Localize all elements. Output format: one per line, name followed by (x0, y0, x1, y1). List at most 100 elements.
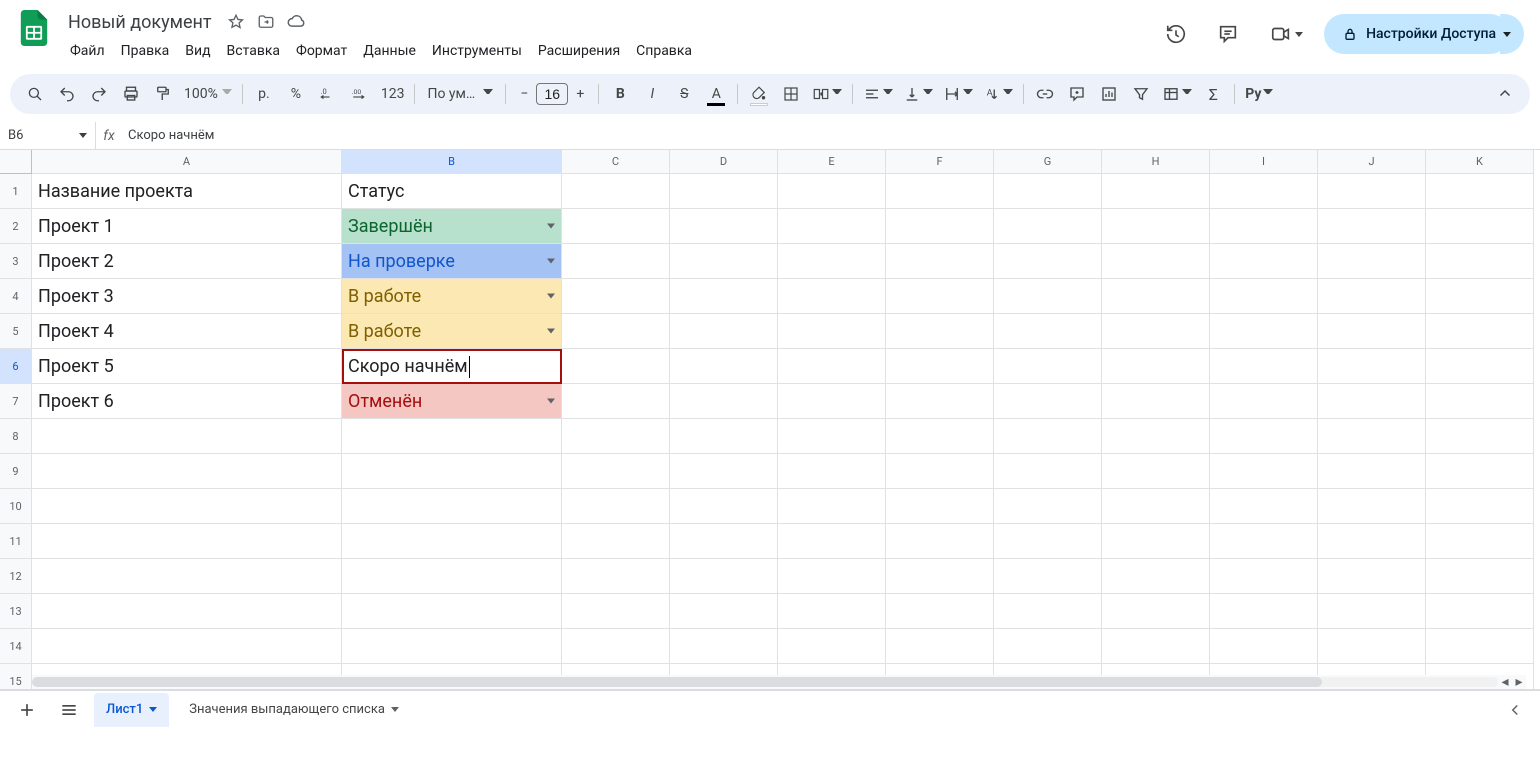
add-sheet-button[interactable] (10, 695, 44, 725)
cell-F2[interactable] (886, 209, 994, 244)
cell-A12[interactable] (32, 559, 342, 594)
cell-F12[interactable] (886, 559, 994, 594)
cell-G3[interactable] (994, 244, 1102, 279)
col-header-I[interactable]: I (1210, 150, 1318, 174)
cell-H2[interactable] (1102, 209, 1210, 244)
cell-K11[interactable] (1426, 524, 1534, 559)
cell-D13[interactable] (670, 594, 778, 629)
cell-K8[interactable] (1426, 419, 1534, 454)
row-header-10[interactable]: 10 (0, 489, 32, 524)
row-header-8[interactable]: 8 (0, 419, 32, 454)
cell-G9[interactable] (994, 454, 1102, 489)
cell-F7[interactable] (886, 384, 994, 419)
cell-C11[interactable] (562, 524, 670, 559)
col-header-F[interactable]: F (886, 150, 994, 174)
cell-G8[interactable] (994, 419, 1102, 454)
cell-K2[interactable] (1426, 209, 1534, 244)
merge-cells-button[interactable] (808, 79, 846, 109)
cell-E3[interactable] (778, 244, 886, 279)
cell-C3[interactable] (562, 244, 670, 279)
formula-input[interactable]: Скоро начнём (122, 128, 1540, 143)
insert-comment-icon[interactable] (1062, 79, 1092, 109)
cell-I9[interactable] (1210, 454, 1318, 489)
meet-icon[interactable] (1260, 14, 1312, 54)
cell-A4[interactable]: Проект 3 (32, 279, 342, 314)
cell-G14[interactable] (994, 629, 1102, 664)
font-family-select[interactable]: По ум… (421, 79, 499, 109)
cell-A11[interactable] (32, 524, 342, 559)
cell-F10[interactable] (886, 489, 994, 524)
text-color-button[interactable]: A (701, 79, 731, 109)
dropdown-arrow-icon[interactable] (547, 259, 555, 264)
zoom-select[interactable]: 100% (180, 79, 236, 109)
menu-data[interactable]: Данные (355, 39, 424, 63)
cell-D4[interactable] (670, 279, 778, 314)
cell-H6[interactable] (1102, 349, 1210, 384)
cell-E7[interactable] (778, 384, 886, 419)
cell-I10[interactable] (1210, 489, 1318, 524)
history-icon[interactable] (1156, 14, 1196, 54)
cell-K13[interactable] (1426, 594, 1534, 629)
cell-G4[interactable] (994, 279, 1102, 314)
dropdown-arrow-icon[interactable] (547, 294, 555, 299)
cell-B10[interactable] (342, 489, 562, 524)
row-header-11[interactable]: 11 (0, 524, 32, 559)
align-h-button[interactable] (859, 79, 897, 109)
col-header-D[interactable]: D (670, 150, 778, 174)
cell-B5[interactable]: В работе (342, 314, 562, 349)
all-sheets-button[interactable] (52, 695, 86, 725)
cell-B11[interactable] (342, 524, 562, 559)
cell-B12[interactable] (342, 559, 562, 594)
cell-K7[interactable] (1426, 384, 1534, 419)
cell-I11[interactable] (1210, 524, 1318, 559)
cell-J13[interactable] (1318, 594, 1426, 629)
menu-edit[interactable]: Правка (113, 39, 178, 63)
cell-E6[interactable] (778, 349, 886, 384)
functions-icon[interactable]: Σ (1198, 79, 1228, 109)
cell-I13[interactable] (1210, 594, 1318, 629)
strikethrough-button[interactable]: S (669, 79, 699, 109)
cell-E5[interactable] (778, 314, 886, 349)
name-box[interactable]: B6 (0, 122, 96, 149)
cell-F5[interactable] (886, 314, 994, 349)
cell-K3[interactable] (1426, 244, 1534, 279)
cell-C1[interactable] (562, 174, 670, 209)
cell-I1[interactable] (1210, 174, 1318, 209)
menu-tools[interactable]: Инструменты (424, 39, 530, 63)
cell-G7[interactable] (994, 384, 1102, 419)
scroll-right-icon[interactable]: ▸ (1512, 675, 1526, 689)
cell-F8[interactable] (886, 419, 994, 454)
cell-E10[interactable] (778, 489, 886, 524)
cell-H1[interactable] (1102, 174, 1210, 209)
explore-icon[interactable] (1500, 695, 1530, 725)
cell-A1[interactable]: Название проекта (32, 174, 342, 209)
cell-J2[interactable] (1318, 209, 1426, 244)
cell-C14[interactable] (562, 629, 670, 664)
comments-icon[interactable] (1208, 14, 1248, 54)
cell-A9[interactable] (32, 454, 342, 489)
sheet-tab-active[interactable]: Лист1 (94, 693, 169, 727)
menu-format[interactable]: Формат (288, 39, 355, 63)
cell-F4[interactable] (886, 279, 994, 314)
col-header-H[interactable]: H (1102, 150, 1210, 174)
sheet-tab-named-range[interactable]: Значения выпадающего списка (177, 693, 411, 727)
row-header-5[interactable]: 5 (0, 314, 32, 349)
cell-H14[interactable] (1102, 629, 1210, 664)
cell-G10[interactable] (994, 489, 1102, 524)
cell-D1[interactable] (670, 174, 778, 209)
cell-C5[interactable] (562, 314, 670, 349)
cell-K1[interactable] (1426, 174, 1534, 209)
select-all-corner[interactable] (0, 150, 32, 174)
search-menu-icon[interactable] (20, 79, 50, 109)
cell-C7[interactable] (562, 384, 670, 419)
cell-B9[interactable] (342, 454, 562, 489)
cell-H5[interactable] (1102, 314, 1210, 349)
cell-J12[interactable] (1318, 559, 1426, 594)
cell-D5[interactable] (670, 314, 778, 349)
cell-E13[interactable] (778, 594, 886, 629)
cell-C12[interactable] (562, 559, 670, 594)
row-header-7[interactable]: 7 (0, 384, 32, 419)
cell-A10[interactable] (32, 489, 342, 524)
cell-F9[interactable] (886, 454, 994, 489)
cell-G1[interactable] (994, 174, 1102, 209)
